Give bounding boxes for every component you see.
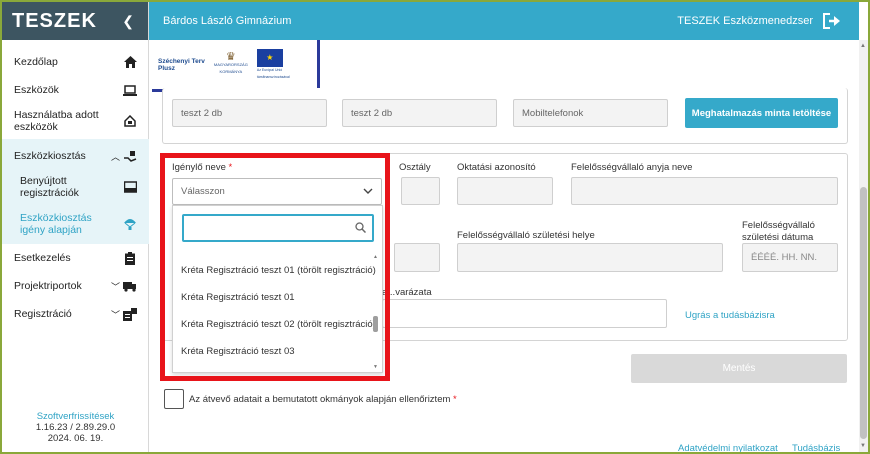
device-field-2-value: teszt 2 db [351,107,393,119]
verify-label-text: Az átvevő adatait a bemutatott okmányok … [189,394,451,405]
szechenyi-logo: Széchenyi Terv Plusz [158,58,205,72]
highlight-frame [160,153,390,381]
sidebar-item-label: Regisztráció [14,308,72,320]
home-icon [123,55,137,69]
government-logo: ♛ MAGYARORSZÁG KORMÁNYA [211,52,251,75]
class-field [401,177,440,205]
guardian-birthdate-label: Felelősségvállaló születési dátuma [742,220,815,243]
verify-checkbox-label: Az átvevő adatait a bemutatott okmányok … [189,394,457,406]
version-number: 1.16.23 / 2.89.29.0 [35,422,116,433]
sidebar-item-assigned-devices[interactable]: Használatba adott eszközök [2,108,149,134]
device-field-1: teszt 2 db [172,99,327,127]
sidebar-item-home[interactable]: Kezdőlap [2,52,149,72]
hidden-field-behind-dropdown [394,243,440,272]
inbox-icon [123,180,137,194]
funding-logo-banner: Széchenyi Terv Plusz ♛ MAGYARORSZÁG KORM… [152,40,320,92]
device-field-2: teszt 2 db [342,99,497,127]
chevron-up-icon: ︿ [110,151,120,162]
device-type-value: Mobiltelefonok [522,107,584,119]
brand-header: TESZEK ❮ [2,2,148,40]
guardian-mother-label: Felelősségvállaló anyja neve [571,162,693,173]
hand-device-icon [123,114,137,128]
eu-flag-icon: ★ [256,48,283,67]
knowledge-base-jump-link[interactable]: Ugrás a tudásbázisra [685,310,775,322]
sidebar-item-distribution[interactable]: Eszközkiosztás ︿ [2,147,149,165]
guardian-mother-field [571,177,838,205]
brand-title: TESZEK [12,9,97,32]
clipboard-icon [123,251,137,265]
sidebar-item-label: Eszközkiosztás igény alapján [20,212,92,236]
document-field[interactable] [382,299,667,328]
distribution-icon [123,149,137,163]
device-field-1-value: teszt 2 db [181,107,223,119]
page-scrollbar-thumb[interactable] [860,187,867,439]
sidebar-item-label: Használatba adott eszközök [14,109,99,133]
save-button[interactable]: Mentés [631,354,847,383]
system-name: TESZEK Eszközmenedzser [677,15,813,27]
scroll-up-icon[interactable]: ▲ [860,43,866,49]
sidebar-item-case-management[interactable]: Esetkezelés [2,250,149,266]
download-authorization-button[interactable]: Meghatalmazás minta letöltése [685,98,838,128]
register-icon [123,307,137,321]
privacy-policy-link[interactable]: Adatvédelmi nyilatkozat [678,443,778,452]
school-name: Bárdos László Gimnázium [163,15,292,27]
date-placeholder: ÉÉÉÉ. HH. NN. [751,252,817,263]
eu-logo: ★ Az Európai Unió társfinanszírozásával [256,48,295,81]
sidebar-item-project-reports[interactable]: Projektriportok ﹀ [2,278,149,294]
laptop-icon [123,83,137,97]
logout-icon[interactable] [823,13,841,29]
logo-text: Plusz [158,64,175,72]
version-date: 2024. 06. 19. [47,433,104,444]
version-info: Szoftverfrissítések 1.16.23 / 2.89.29.0 … [2,411,149,444]
sidebar-item-registration[interactable]: Regisztráció ﹀ [2,306,149,322]
logo-text: Az Európai Unió társfinanszírozásával [256,67,290,79]
parachute-icon [123,217,137,231]
logo-text: MAGYARORSZÁG KORMÁNYA [213,62,248,74]
device-type-field: Mobiltelefonok [513,99,668,127]
software-updates-link[interactable]: Szoftverfrissítések [2,411,149,422]
sidebar-item-request-distribution[interactable]: Eszközkiosztás igény alapján [2,211,149,237]
sidebar-item-label: Eszközök [14,84,59,96]
guardian-birthplace-label: Felelősségvállaló születési helye [457,230,595,241]
top-bar: Bárdos László Gimnázium TESZEK Eszközmen… [149,2,859,40]
guardian-birthdate-field[interactable]: ÉÉÉÉ. HH. NN. [742,243,838,272]
app-window: TESZEK ❮ Kezdőlap Eszközök Használatba a… [2,2,868,452]
knowledge-base-link[interactable]: Tudásbázis [792,443,840,452]
logo-text: Széchenyi Terv [158,57,205,65]
required-marker: * [453,394,457,405]
sidebar-item-label: Projektriportok [14,280,82,292]
chevron-left-icon[interactable]: ❮ [122,13,134,30]
sidebar-item-label: Eszközkiosztás [14,150,86,162]
verify-checkbox[interactable] [164,389,184,409]
class-label: Osztály [399,162,431,173]
sidebar-item-submitted-registrations[interactable]: Benyújtott regisztrációk [2,174,149,200]
guardian-birthplace-field [457,243,723,272]
chevron-down-icon: ﹀ [110,309,120,320]
scroll-down-icon[interactable]: ▼ [860,443,866,449]
sidebar-item-label: Esetkezelés [14,252,71,264]
sidebar: TESZEK ❮ Kezdőlap Eszközök Használatba a… [2,2,149,452]
edu-id-label: Oktatási azonosító [457,162,536,173]
sidebar-item-label: Benyújtott regisztrációk [20,175,79,199]
edu-id-field [457,177,553,205]
chevron-down-icon: ﹀ [110,281,120,292]
truck-icon [123,279,137,293]
page-scrollbar[interactable]: ▲ ▼ [859,40,868,452]
sidebar-item-label: Kezdőlap [14,56,58,68]
sidebar-item-devices[interactable]: Eszközök [2,80,149,100]
